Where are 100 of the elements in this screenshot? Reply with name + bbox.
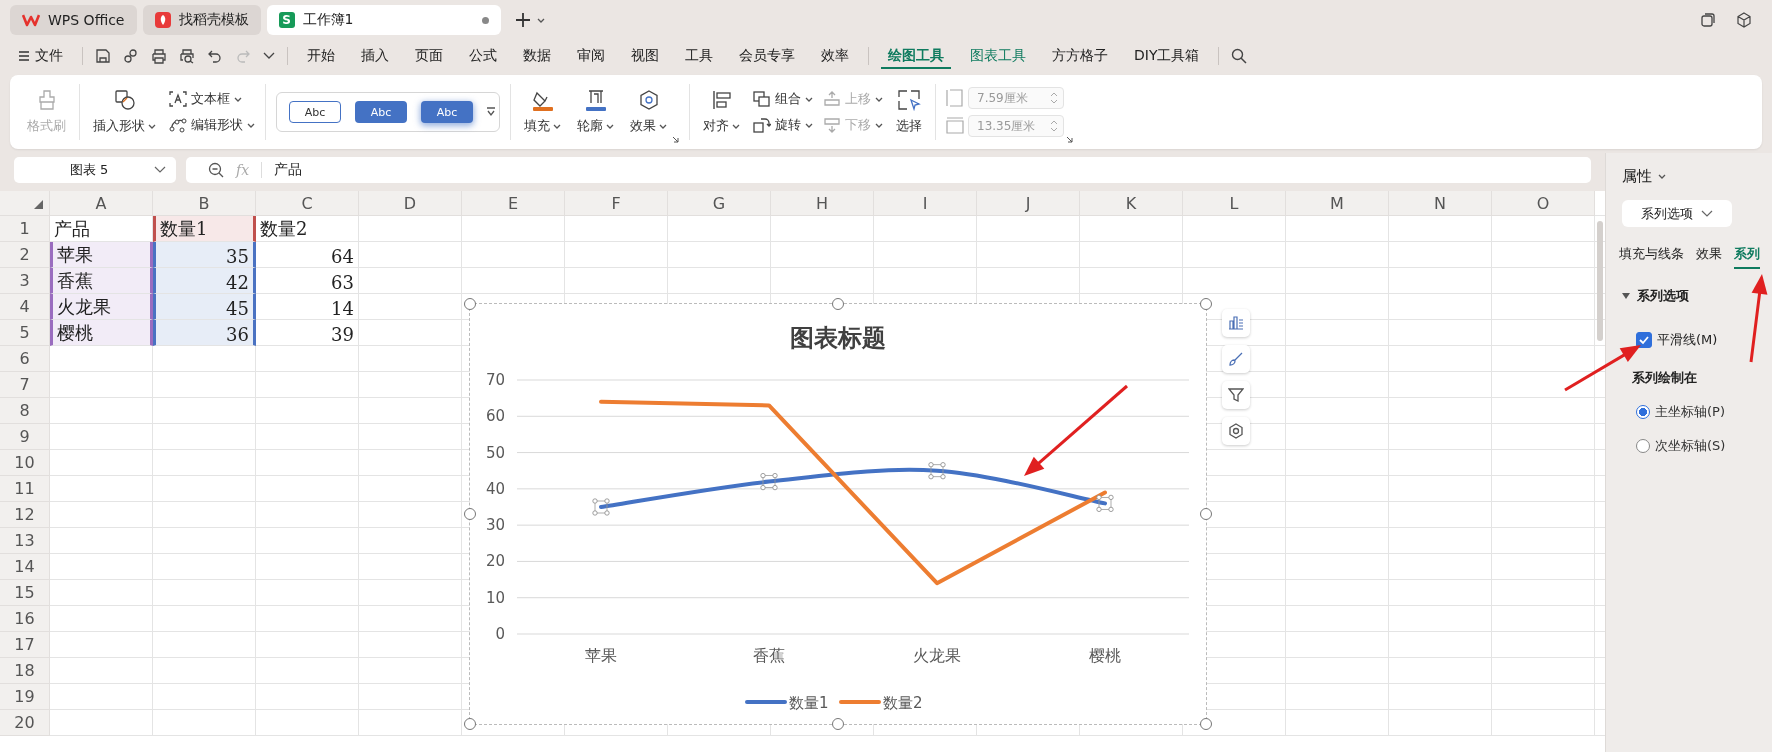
row-header[interactable]: 5	[0, 320, 50, 346]
chart-elements-button[interactable]	[1222, 309, 1250, 337]
share-icon[interactable]	[123, 48, 139, 64]
row-header[interactable]: 11	[0, 476, 50, 502]
row-header[interactable]: 18	[0, 658, 50, 684]
row-header[interactable]: 7	[0, 372, 50, 398]
series-options-dropdown[interactable]: 系列选项	[1622, 200, 1732, 227]
row-header[interactable]: 2	[0, 242, 50, 268]
point-handle[interactable]	[928, 462, 946, 480]
rotate-button[interactable]: 旋转	[753, 116, 813, 134]
dialog-launcher-icon[interactable]	[1066, 136, 1073, 143]
gallery-more-icon[interactable]	[487, 107, 495, 117]
select-all-icon[interactable]	[34, 200, 43, 209]
column-header[interactable]: L	[1183, 191, 1286, 216]
resize-handle[interactable]	[464, 718, 476, 730]
group-button[interactable]: 组合	[753, 90, 813, 108]
row-header[interactable]: 20	[0, 710, 50, 736]
checkbox[interactable]	[1636, 332, 1652, 348]
column-header[interactable]: O	[1492, 191, 1595, 216]
column-header[interactable]: B	[153, 191, 256, 216]
column-header[interactable]: F	[565, 191, 668, 216]
column-header[interactable]: H	[771, 191, 874, 216]
chart-area[interactable]: 图表标题 0 10 20 30 40 50 60 70 苹果 香蕉 火龙果 樱桃 数量1 数量2	[470, 304, 1206, 724]
ribbon-tab[interactable]: 页面	[408, 43, 450, 69]
ribbon-tab[interactable]: 数据	[516, 43, 558, 69]
save-icon[interactable]	[95, 48, 111, 64]
resize-handle[interactable]	[464, 508, 476, 520]
ribbon-tab[interactable]: 效率	[814, 43, 856, 69]
series-line[interactable]	[599, 467, 1107, 509]
row-header[interactable]: 14	[0, 554, 50, 580]
column-header[interactable]: K	[1080, 191, 1183, 216]
name-box[interactable]: 图表 5	[14, 157, 176, 183]
row-header[interactable]: 10	[0, 450, 50, 476]
resize-handle[interactable]	[464, 298, 476, 310]
row-header[interactable]: 8	[0, 398, 50, 424]
row-header[interactable]: 13	[0, 528, 50, 554]
effect-button[interactable]: 效果	[627, 89, 670, 135]
resize-handle[interactable]	[1200, 718, 1212, 730]
ribbon-tab[interactable]: DIY工具箱	[1127, 43, 1207, 69]
point-handle[interactable]	[760, 473, 778, 491]
legend-label[interactable]: 数量1	[789, 694, 829, 712]
chart-style-button[interactable]	[1222, 345, 1250, 373]
row-header[interactable]: 16	[0, 606, 50, 632]
new-tab-icon[interactable]	[514, 12, 531, 28]
section-header[interactable]: 系列选项	[1622, 287, 1689, 305]
print-preview-icon[interactable]	[179, 48, 195, 64]
row-header[interactable]: 12	[0, 502, 50, 528]
panel-tab[interactable]: 填充与线条	[1619, 245, 1684, 269]
outline-button[interactable]: 轮廓	[574, 89, 617, 135]
ribbon-tab[interactable]: 方方格子	[1045, 43, 1115, 69]
row-header[interactable]: 6	[0, 346, 50, 372]
file-menu[interactable]: 文件	[12, 43, 70, 69]
radio-label[interactable]: 主坐标轴(P)	[1655, 403, 1725, 421]
more-caret-icon[interactable]	[263, 52, 275, 60]
row-header[interactable]: 1	[0, 216, 50, 242]
radio-label[interactable]: 次坐标轴(S)	[1655, 437, 1726, 455]
column-header[interactable]: G	[668, 191, 771, 216]
point-handle[interactable]	[592, 498, 610, 516]
ribbon-tab[interactable]: 审阅	[570, 43, 612, 69]
chart-filter-button[interactable]	[1222, 381, 1250, 409]
insert-shape-button[interactable]: 插入形状	[90, 89, 159, 135]
column-header[interactable]: C	[256, 191, 359, 216]
radio-button[interactable]	[1636, 405, 1650, 419]
style-sample[interactable]: Abc	[355, 101, 407, 123]
ribbon-tab[interactable]: 开始	[300, 43, 342, 69]
resize-handle[interactable]	[1200, 298, 1212, 310]
dialog-launcher-icon[interactable]	[672, 136, 679, 143]
row-header[interactable]: 9	[0, 424, 50, 450]
series-line[interactable]	[599, 399, 1107, 586]
panel-tab[interactable]: 效果	[1696, 245, 1722, 269]
document-tab[interactable]: 找稻壳模板	[142, 5, 261, 35]
vertical-scrollbar[interactable]	[1597, 221, 1603, 341]
style-sample[interactable]: Abc	[289, 101, 341, 123]
edit-shape-button[interactable]: 编辑形状	[169, 116, 255, 134]
chart-settings-button[interactable]	[1222, 417, 1250, 445]
column-header[interactable]: J	[977, 191, 1080, 216]
undo-icon[interactable]	[207, 48, 223, 64]
ribbon-tab[interactable]: 绘图工具	[881, 43, 951, 69]
ribbon-tab[interactable]: 图表工具	[963, 43, 1033, 69]
print-icon[interactable]	[151, 48, 167, 64]
document-tab[interactable]: S 工作簿1	[266, 5, 501, 35]
select-button[interactable]: 选择	[893, 89, 925, 135]
window-restore-icon[interactable]	[1700, 12, 1716, 28]
style-sample[interactable]: Abc	[421, 101, 473, 123]
text-box-button[interactable]: 文本框	[169, 90, 255, 108]
legend-label[interactable]: 数量2	[883, 694, 923, 712]
column-header[interactable]: N	[1389, 191, 1492, 216]
resize-handle[interactable]	[832, 298, 844, 310]
ribbon-tab[interactable]: 插入	[354, 43, 396, 69]
search-icon[interactable]	[1231, 48, 1248, 64]
properties-menu[interactable]: 属性	[1622, 167, 1666, 186]
checkbox-label[interactable]: 平滑线(M)	[1657, 331, 1718, 349]
ribbon-tab[interactable]: 视图	[624, 43, 666, 69]
point-handle[interactable]	[1096, 494, 1114, 512]
row-header[interactable]: 4	[0, 294, 50, 320]
column-header[interactable]: E	[462, 191, 565, 216]
row-header[interactable]: 17	[0, 632, 50, 658]
row-header[interactable]: 15	[0, 580, 50, 606]
ribbon-tab[interactable]: 公式	[462, 43, 504, 69]
ribbon-tab[interactable]: 工具	[678, 43, 720, 69]
